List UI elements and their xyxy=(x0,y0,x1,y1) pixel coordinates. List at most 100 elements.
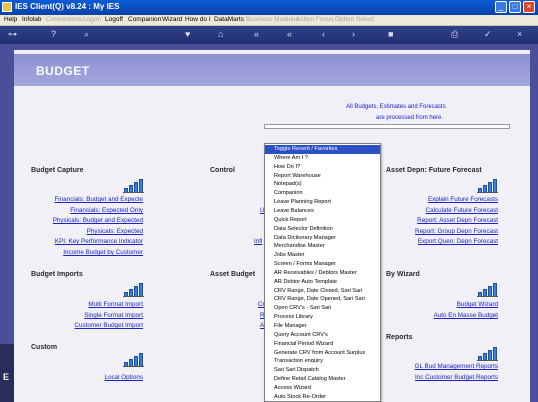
link-budget-wizard[interactable]: Budget Wizard xyxy=(457,301,498,308)
intro-line-2: are processed from here. xyxy=(376,115,444,121)
dropdown-item[interactable]: Query Account CRV's xyxy=(265,331,380,340)
previous-icon[interactable]: ‹ xyxy=(322,29,325,40)
dropdown-item[interactable]: Generate CRV from Account Surplus xyxy=(265,349,380,358)
page-title: BUDGET xyxy=(36,64,90,78)
context-dropdown-menu: Toggle Recent / Favorites Where Am I ? How… xyxy=(264,143,381,402)
link-inc-customer-budget-reports[interactable]: Inc Customer Budget Reports xyxy=(415,374,498,381)
title-bar: IES Client(Q) v8.24 : My IES _ □ × xyxy=(0,0,538,15)
link-financials-budget-expected[interactable]: Financials: Budget and Expecte xyxy=(54,196,143,203)
dropdown-item[interactable]: Leave Balances xyxy=(265,207,380,216)
link-physicals-expected[interactable]: Physicals: Expected xyxy=(87,228,143,235)
left-dock[interactable]: E xyxy=(0,344,14,402)
link-customer-budget-import[interactable]: Customer Budget Import xyxy=(74,322,143,329)
dropdown-item[interactable]: Leave Planning Report xyxy=(265,198,380,207)
dropdown-item[interactable]: CRV Range, Date Opened, Sari Sari xyxy=(265,295,380,304)
link-export-depn[interactable]: Export Quen: Depn Forecast xyxy=(418,238,498,245)
chart-icon xyxy=(123,178,144,193)
dropdown-item[interactable]: Screen / Forms Manager xyxy=(265,260,380,269)
maximize-button[interactable]: □ xyxy=(509,1,521,13)
menu-help[interactable]: Help xyxy=(4,16,17,23)
stop-icon[interactable]: ■ xyxy=(388,29,393,40)
menu-logoff[interactable]: Logoff xyxy=(105,16,123,23)
intro-divider xyxy=(264,124,510,129)
link-report-group-depn[interactable]: Report: Group Depn Forecast xyxy=(415,228,498,235)
page-header: BUDGET xyxy=(14,54,530,86)
link-gl-bud-management-reports[interactable]: GL Bud Management Reports xyxy=(415,363,498,370)
dropdown-item[interactable]: Data Selector Definition xyxy=(265,225,380,234)
section-control: Control xyxy=(210,167,235,174)
chart-icon xyxy=(477,282,498,297)
minimize-button[interactable]: _ xyxy=(495,1,507,13)
menu-action-focus[interactable]: Action Focus xyxy=(296,16,334,23)
close-button[interactable]: × xyxy=(523,1,535,13)
menu-option-select[interactable]: Option Select xyxy=(335,16,374,23)
link-financials-expected-only[interactable]: Financials: Expected Only xyxy=(70,207,143,214)
menu-bar: Help Infolab Connections Logon Logoff Co… xyxy=(0,15,538,26)
dropdown-item[interactable]: How Do I? xyxy=(265,163,380,172)
menu-companion[interactable]: Companion xyxy=(128,16,161,23)
link-auto-en-masse-budget[interactable]: Auto En Masse Budget xyxy=(434,312,498,319)
dropdown-item[interactable]: Process Library xyxy=(265,313,380,322)
heart-icon[interactable]: ♥ xyxy=(185,29,190,40)
dropdown-item[interactable]: Auto Stock Re-Order xyxy=(265,393,380,401)
dropdown-item[interactable]: Quick Report xyxy=(265,216,380,225)
link-income-budget-customer[interactable]: Income Budget by Customer xyxy=(63,249,143,256)
section-budget-imports: Budget Imports xyxy=(31,271,83,278)
section-budget-capture: Budget Capture xyxy=(31,167,84,174)
link-control-2[interactable]: Infl xyxy=(254,238,262,245)
print-icon[interactable]: ⎙ xyxy=(451,29,458,40)
app-icon xyxy=(2,2,12,12)
menu-connections[interactable]: Connections xyxy=(46,16,82,23)
dropdown-item[interactable]: Companion xyxy=(265,189,380,198)
dropdown-item[interactable]: Open CRV's - Sari Sari xyxy=(265,304,380,313)
chart-icon xyxy=(477,346,498,361)
link-multi-format-import[interactable]: Multi Format Import xyxy=(88,301,143,308)
link-calculate-future-forecast[interactable]: Calculate Future Forecast xyxy=(426,207,498,214)
link-explain-future-forecasts[interactable]: Explain Future Forecasts xyxy=(428,196,498,203)
next-icon[interactable]: › xyxy=(352,29,355,40)
dropdown-item[interactable]: Jobs Master xyxy=(265,251,380,260)
dropdown-item[interactable]: Merchandise Master xyxy=(265,242,380,251)
forward-icon[interactable]: « xyxy=(287,29,292,40)
menu-logon[interactable]: Logon xyxy=(83,16,101,23)
dropdown-item[interactable]: Notepad(s) xyxy=(265,180,380,189)
dropdown-item[interactable]: Define Retail Catalog Master xyxy=(265,375,380,384)
dropdown-item[interactable]: AR Receivables / Debtors Master xyxy=(265,269,380,278)
section-reports: Reports xyxy=(386,334,413,341)
section-asset-budget: Asset Budget xyxy=(210,271,256,278)
dropdown-item[interactable]: AR Debtor Auto Template xyxy=(265,278,380,287)
link-local-options[interactable]: Local Options xyxy=(104,374,143,381)
link-physicals-budget-expected[interactable]: Physicals: Budget and Expected xyxy=(53,217,143,224)
dropdown-item[interactable]: Sari Sari Dispatch xyxy=(265,366,380,375)
menu-wizard[interactable]: Wizard xyxy=(162,16,182,23)
section-by-wizard: By Wizard xyxy=(386,271,420,278)
dropdown-item[interactable]: Toggle Recent / Favorites xyxy=(265,145,380,154)
key-icon[interactable]: ⊶ xyxy=(8,29,17,40)
dock-label: E xyxy=(3,372,10,382)
dropdown-item[interactable]: Where Am I ? xyxy=(265,154,380,163)
dropdown-item[interactable]: Transaction enquiry xyxy=(265,357,380,366)
section-custom: Custom xyxy=(31,344,58,351)
link-report-asset-depn[interactable]: Report: Asset Depn Forecast xyxy=(417,217,498,224)
dropdown-item[interactable]: Financial Period Wizard xyxy=(265,340,380,349)
chart-icon xyxy=(123,352,144,367)
link-kpi[interactable]: KPI: Key Performance Indicator xyxy=(55,238,143,245)
help-icon[interactable]: ? xyxy=(51,29,56,40)
dropdown-item[interactable]: Report Warehouse xyxy=(265,172,380,181)
menu-infolab[interactable]: Infolab xyxy=(22,16,42,23)
chart-icon xyxy=(477,178,498,193)
ok-icon[interactable]: ✓ xyxy=(484,29,492,40)
section-asset-depn: Asset Depn: Future Forecast xyxy=(386,167,482,174)
search-icon[interactable]: ⌕ xyxy=(84,29,89,40)
exit-icon[interactable]: × xyxy=(517,29,522,40)
link-single-format-import[interactable]: Single Format Import xyxy=(84,312,143,319)
home-icon[interactable]: ⌂ xyxy=(218,29,223,40)
back-icon[interactable]: « xyxy=(254,29,259,40)
dropdown-item[interactable]: Access Wizard xyxy=(265,384,380,393)
dropdown-item[interactable]: Data Dictionary Manager xyxy=(265,234,380,243)
menu-datamarts[interactable]: DataMarts xyxy=(214,16,244,23)
menu-business-modules[interactable]: Business Modules xyxy=(246,16,299,23)
menu-how-do-i[interactable]: How do I xyxy=(185,16,211,23)
dropdown-item[interactable]: File Manager xyxy=(265,322,380,331)
dropdown-item[interactable]: CRV Range, Date Closed, Sari Sari xyxy=(265,287,380,296)
